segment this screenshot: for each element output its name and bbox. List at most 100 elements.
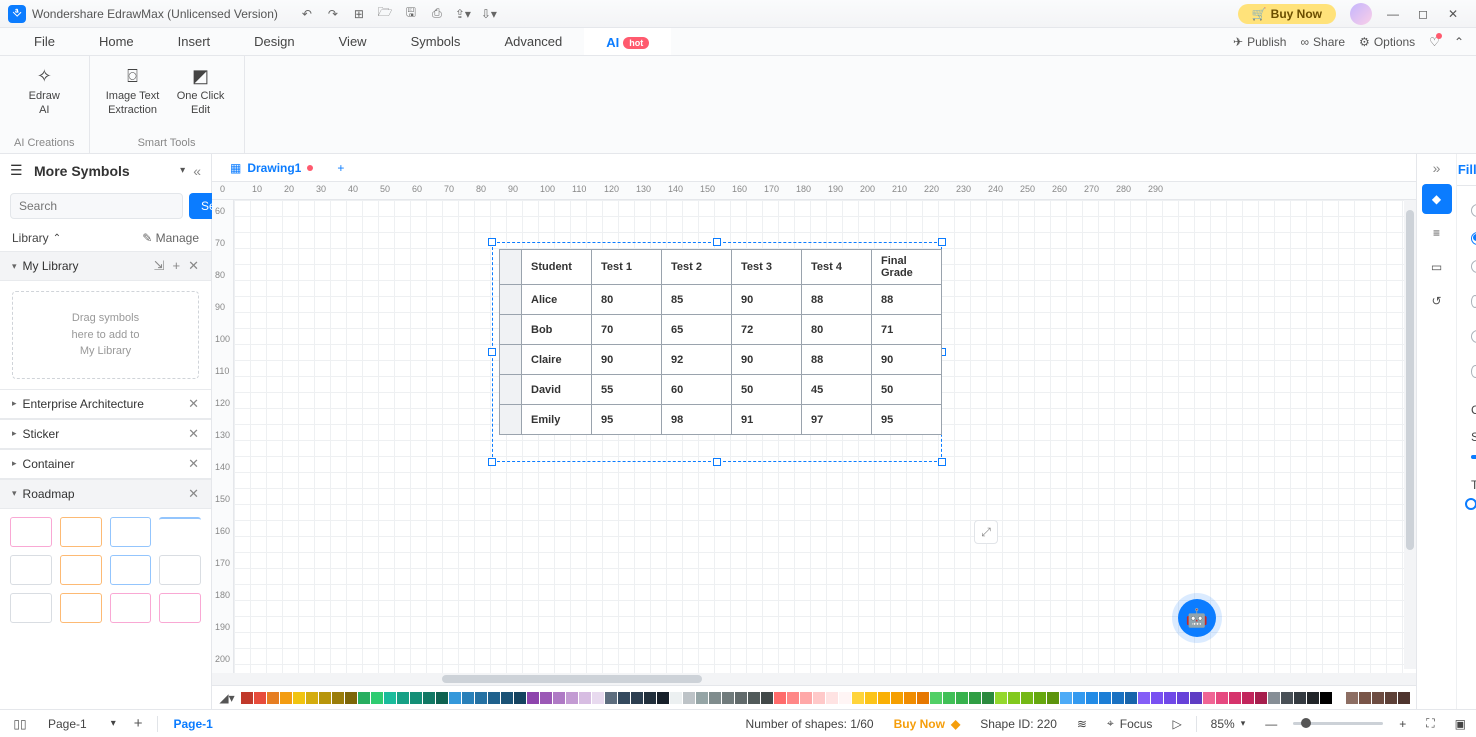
symbol-thumb[interactable] <box>159 593 201 623</box>
publish-button[interactable]: ✈Publish <box>1233 35 1286 49</box>
color-swatch[interactable] <box>592 692 604 704</box>
symbol-thumb[interactable] <box>10 555 52 585</box>
symbol-thumb[interactable] <box>110 555 152 585</box>
fullscreen-button[interactable]: ▣ <box>1445 717 1476 731</box>
color-swatch[interactable] <box>605 692 617 704</box>
layers-button[interactable]: ≋ <box>1067 717 1097 731</box>
color-swatch[interactable] <box>1125 692 1137 704</box>
color-swatch[interactable] <box>1372 692 1384 704</box>
color-swatch[interactable] <box>1346 692 1358 704</box>
close-section-icon[interactable]: ✕ <box>188 426 199 442</box>
color-swatch[interactable] <box>501 692 513 704</box>
radio-single-gradient[interactable]: Single color gradient fill <box>1471 280 1476 322</box>
color-swatch[interactable] <box>1047 692 1059 704</box>
color-swatch[interactable] <box>475 692 487 704</box>
color-swatch[interactable] <box>1307 692 1319 704</box>
one-click-edit-button[interactable]: ◩ One Click Edit <box>172 62 230 118</box>
color-swatch[interactable] <box>1177 692 1189 704</box>
export-button[interactable]: ⇪▾ <box>452 3 474 25</box>
section-actions[interactable]: ⇲+✕ <box>154 258 199 274</box>
library-collapse-icon[interactable]: ⌃ <box>53 233 61 244</box>
close-button[interactable]: ✕ <box>1438 0 1468 28</box>
radio-pattern-fill[interactable]: Pattern fill <box>1471 322 1476 350</box>
close-section-icon[interactable]: ✕ <box>188 456 199 472</box>
zoom-out-button[interactable]: — <box>1255 717 1287 731</box>
color-swatch[interactable] <box>410 692 422 704</box>
color-swatch[interactable] <box>306 692 318 704</box>
color-swatch[interactable] <box>267 692 279 704</box>
zoom-slider[interactable] <box>1293 722 1383 725</box>
history-panel-icon[interactable]: ↺ <box>1422 286 1452 316</box>
resize-handle[interactable] <box>938 238 946 246</box>
close-section-icon[interactable]: ✕ <box>188 396 199 412</box>
hamburger-icon[interactable]: ☰ <box>10 162 26 179</box>
resize-handle[interactable] <box>713 238 721 246</box>
zoom-value[interactable]: 85% ▾ <box>1201 717 1256 731</box>
color-swatch[interactable] <box>618 692 630 704</box>
color-swatch[interactable] <box>1294 692 1306 704</box>
drop-zone[interactable]: Drag symbols here to add to My Library <box>12 291 199 379</box>
color-swatch[interactable] <box>800 692 812 704</box>
export-lib-icon[interactable]: ⇲ <box>154 258 165 274</box>
resize-handle[interactable] <box>488 458 496 466</box>
color-swatch[interactable] <box>358 692 370 704</box>
close-section-icon[interactable]: ✕ <box>188 486 199 502</box>
color-swatch[interactable] <box>1021 692 1033 704</box>
color-swatch[interactable] <box>345 692 357 704</box>
color-swatch[interactable] <box>865 692 877 704</box>
color-swatch[interactable] <box>241 692 253 704</box>
color-swatch[interactable] <box>982 692 994 704</box>
color-swatch[interactable] <box>1060 692 1072 704</box>
data-table[interactable]: StudentTest 1Test 2Test 3Test 4Final Gra… <box>499 249 942 435</box>
color-swatch[interactable] <box>930 692 942 704</box>
fill-panel-icon[interactable]: ◆ <box>1422 184 1452 214</box>
color-swatch[interactable] <box>423 692 435 704</box>
user-avatar[interactable] <box>1350 3 1372 25</box>
redo-button[interactable]: ↷ <box>322 3 344 25</box>
expand-shape-button[interactable]: ⤢ <box>974 520 998 544</box>
color-swatch[interactable] <box>1073 692 1085 704</box>
color-swatch[interactable] <box>527 692 539 704</box>
color-swatch[interactable] <box>293 692 305 704</box>
color-swatch[interactable] <box>852 692 864 704</box>
minimize-button[interactable]: — <box>1378 0 1408 28</box>
color-swatch[interactable] <box>748 692 760 704</box>
color-swatch[interactable] <box>1398 692 1410 704</box>
add-tab-button[interactable]: + <box>325 154 356 181</box>
undo-button[interactable]: ↶ <box>296 3 318 25</box>
color-swatch[interactable] <box>566 692 578 704</box>
menu-ai[interactable]: AIhot <box>584 28 671 55</box>
menu-design[interactable]: Design <box>232 28 316 55</box>
color-swatch[interactable] <box>579 692 591 704</box>
color-swatch[interactable] <box>774 692 786 704</box>
symbol-thumb[interactable] <box>60 555 102 585</box>
color-swatch[interactable] <box>878 692 890 704</box>
layout-panel-icon[interactable]: ▭ <box>1422 252 1452 282</box>
zoom-in-button[interactable]: + <box>1389 717 1416 731</box>
color-swatch[interactable] <box>1229 692 1241 704</box>
color-swatch[interactable] <box>449 692 461 704</box>
radio-no-fill[interactable]: No fill <box>1471 196 1476 224</box>
buy-now-status[interactable]: Buy Now ◆ <box>884 717 971 731</box>
color-swatch[interactable] <box>956 692 968 704</box>
share-button[interactable]: ∞Share <box>1300 35 1345 49</box>
section-sticker[interactable]: ▸Sticker✕ <box>0 419 211 449</box>
selection-frame[interactable]: StudentTest 1Test 2Test 3Test 4Final Gra… <box>492 242 942 462</box>
symbol-thumb[interactable] <box>60 517 102 547</box>
color-swatch[interactable] <box>631 692 643 704</box>
color-swatch[interactable] <box>1359 692 1371 704</box>
section-enterprise[interactable]: ▸Enterprise Architecture✕ <box>0 389 211 419</box>
expand-panel-button[interactable]: » <box>1433 160 1441 176</box>
color-swatch[interactable] <box>1138 692 1150 704</box>
color-swatch[interactable] <box>462 692 474 704</box>
save-button[interactable]: 🖫 <box>400 3 422 25</box>
color-swatch[interactable] <box>787 692 799 704</box>
color-swatch[interactable] <box>1008 692 1020 704</box>
scrollbar-vertical[interactable] <box>1404 200 1416 669</box>
present-button[interactable]: ▷ <box>1162 717 1191 731</box>
color-swatch[interactable] <box>1034 692 1046 704</box>
color-swatch[interactable] <box>254 692 266 704</box>
fill-tool-icon[interactable]: ◢▾ <box>218 691 236 705</box>
color-swatch[interactable] <box>488 692 500 704</box>
symbol-thumb[interactable] <box>60 593 102 623</box>
